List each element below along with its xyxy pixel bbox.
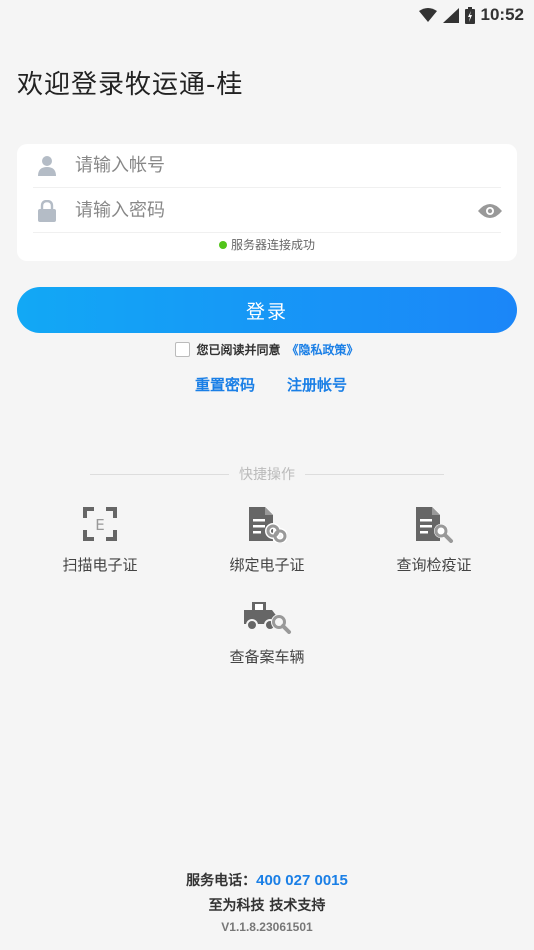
scan-icon: E — [83, 507, 117, 545]
search-document-icon — [414, 505, 454, 547]
footer: 服务电话：400 027 0015 至为科技 技术支持 V1.1.8.23061… — [0, 870, 534, 934]
quick-action-query[interactable]: 查询检疫证 — [364, 506, 504, 575]
login-form: 服务器连接成功 — [17, 144, 517, 261]
page-title: 欢迎登录牧运通-桂 — [17, 70, 244, 100]
agreement-row: 您已阅读并同意 《隐私政策》 — [0, 341, 534, 358]
agreement-text: 您已阅读并同意 — [196, 343, 281, 357]
quick-action-label: 绑定电子证 — [229, 556, 305, 574]
link-document-icon — [247, 505, 288, 547]
quick-action-label: 查备案车辆 — [229, 648, 305, 666]
password-row — [33, 189, 503, 233]
quick-action-bind[interactable]: 绑定电子证 — [197, 506, 337, 575]
divider — [90, 473, 229, 475]
password-input[interactable] — [75, 200, 477, 221]
battery-icon — [464, 6, 475, 24]
svg-text:E: E — [95, 516, 104, 534]
status-bar: 10:52 — [0, 0, 534, 30]
agree-checkbox[interactable] — [175, 342, 191, 357]
status-dot — [218, 240, 227, 249]
quick-action-scan[interactable]: E 扫描电子证 — [30, 506, 170, 575]
login-button[interactable]: 登录 — [17, 287, 517, 333]
quick-actions-label: 快捷操作 — [239, 467, 295, 483]
quick-action-vehicle[interactable]: 查备案车辆 — [197, 598, 337, 667]
phone-label: 服务电话： — [186, 873, 257, 889]
quick-actions-title: 快捷操作 — [90, 464, 444, 484]
app-version: V1.1.8.23061501 — [221, 920, 313, 934]
reset-password-link[interactable]: 重置密码 — [195, 374, 255, 395]
quick-action-label: 扫描电子证 — [62, 556, 138, 574]
quick-action-label: 查询检疫证 — [396, 556, 472, 574]
account-links: 重置密码 注册帐号 — [0, 374, 534, 395]
server-status: 服务器连接成功 — [17, 236, 517, 253]
service-phone-row: 服务电话：400 027 0015 — [0, 870, 534, 890]
signal-icon — [442, 7, 459, 23]
user-icon — [35, 154, 59, 178]
service-phone-link[interactable]: 400 027 0015 — [256, 872, 348, 889]
account-input[interactable] — [75, 155, 501, 176]
account-row — [33, 144, 501, 188]
server-status-text: 服务器连接成功 — [230, 238, 315, 252]
truck-search-icon — [242, 598, 292, 638]
divider — [305, 473, 444, 475]
status-time: 10:52 — [480, 5, 524, 24]
register-link[interactable]: 注册帐号 — [287, 374, 347, 395]
wifi-icon — [418, 8, 437, 22]
eye-icon[interactable] — [477, 198, 503, 224]
lock-icon — [35, 199, 59, 223]
privacy-policy-link[interactable]: 《隐私政策》 — [287, 341, 359, 358]
tech-support: 至为科技 技术支持 — [208, 898, 326, 914]
